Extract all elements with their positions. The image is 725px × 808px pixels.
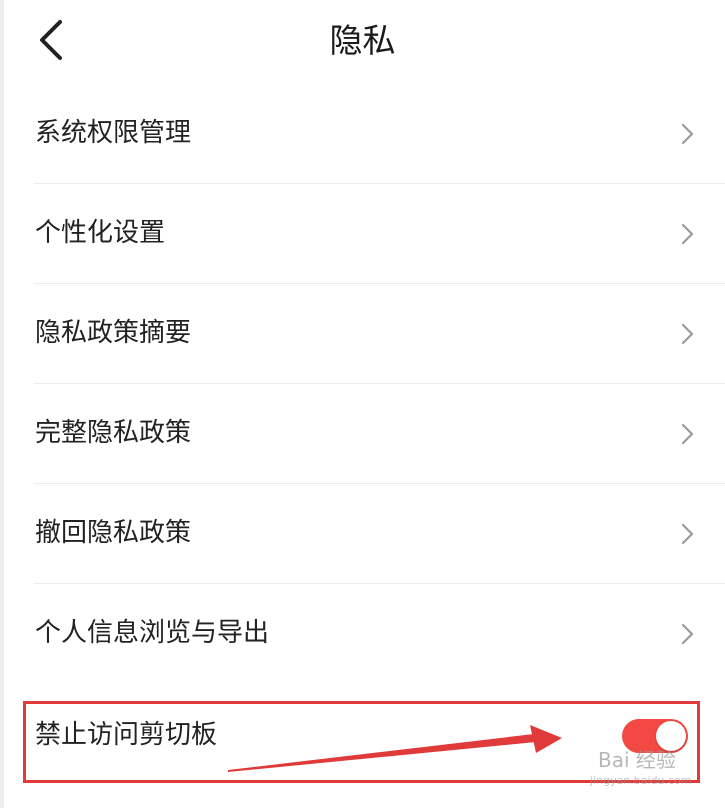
privacy-menu-list: 系统权限管理 个性化设置 隐私政策摘要 完整隐私政策 撤回隐私政策 个人信息浏览 — [0, 84, 725, 684]
menu-item-privacy-summary[interactable]: 隐私政策摘要 — [0, 284, 725, 384]
menu-item-label: 个性化设置 — [35, 218, 166, 248]
chevron-right-icon — [680, 122, 696, 146]
menu-item-label: 个人信息浏览与导出 — [35, 618, 270, 648]
menu-item-personalization[interactable]: 个性化设置 — [0, 184, 725, 284]
menu-item-label: 系统权限管理 — [35, 118, 192, 148]
watermark-brand: Bai 经验 — [598, 748, 676, 772]
menu-item-system-permissions[interactable]: 系统权限管理 — [0, 84, 725, 184]
header: 隐私 — [0, 0, 725, 84]
menu-item-label: 完整隐私政策 — [35, 418, 192, 448]
chevron-right-icon — [680, 522, 696, 546]
menu-item-withdraw-privacy-policy[interactable]: 撤回隐私政策 — [0, 484, 725, 584]
chevron-right-icon — [680, 222, 696, 246]
watermark-url: jingyan.baidu.com — [590, 774, 692, 787]
menu-item-label: 隐私政策摘要 — [35, 318, 192, 348]
chevron-right-icon — [680, 422, 696, 446]
chevron-right-icon — [680, 622, 696, 646]
menu-item-full-privacy-policy[interactable]: 完整隐私政策 — [0, 384, 725, 484]
menu-item-personal-info-export[interactable]: 个人信息浏览与导出 — [0, 584, 725, 684]
chevron-right-icon — [680, 322, 696, 346]
page-title: 隐私 — [329, 21, 396, 60]
menu-item-label: 撤回隐私政策 — [35, 518, 192, 548]
